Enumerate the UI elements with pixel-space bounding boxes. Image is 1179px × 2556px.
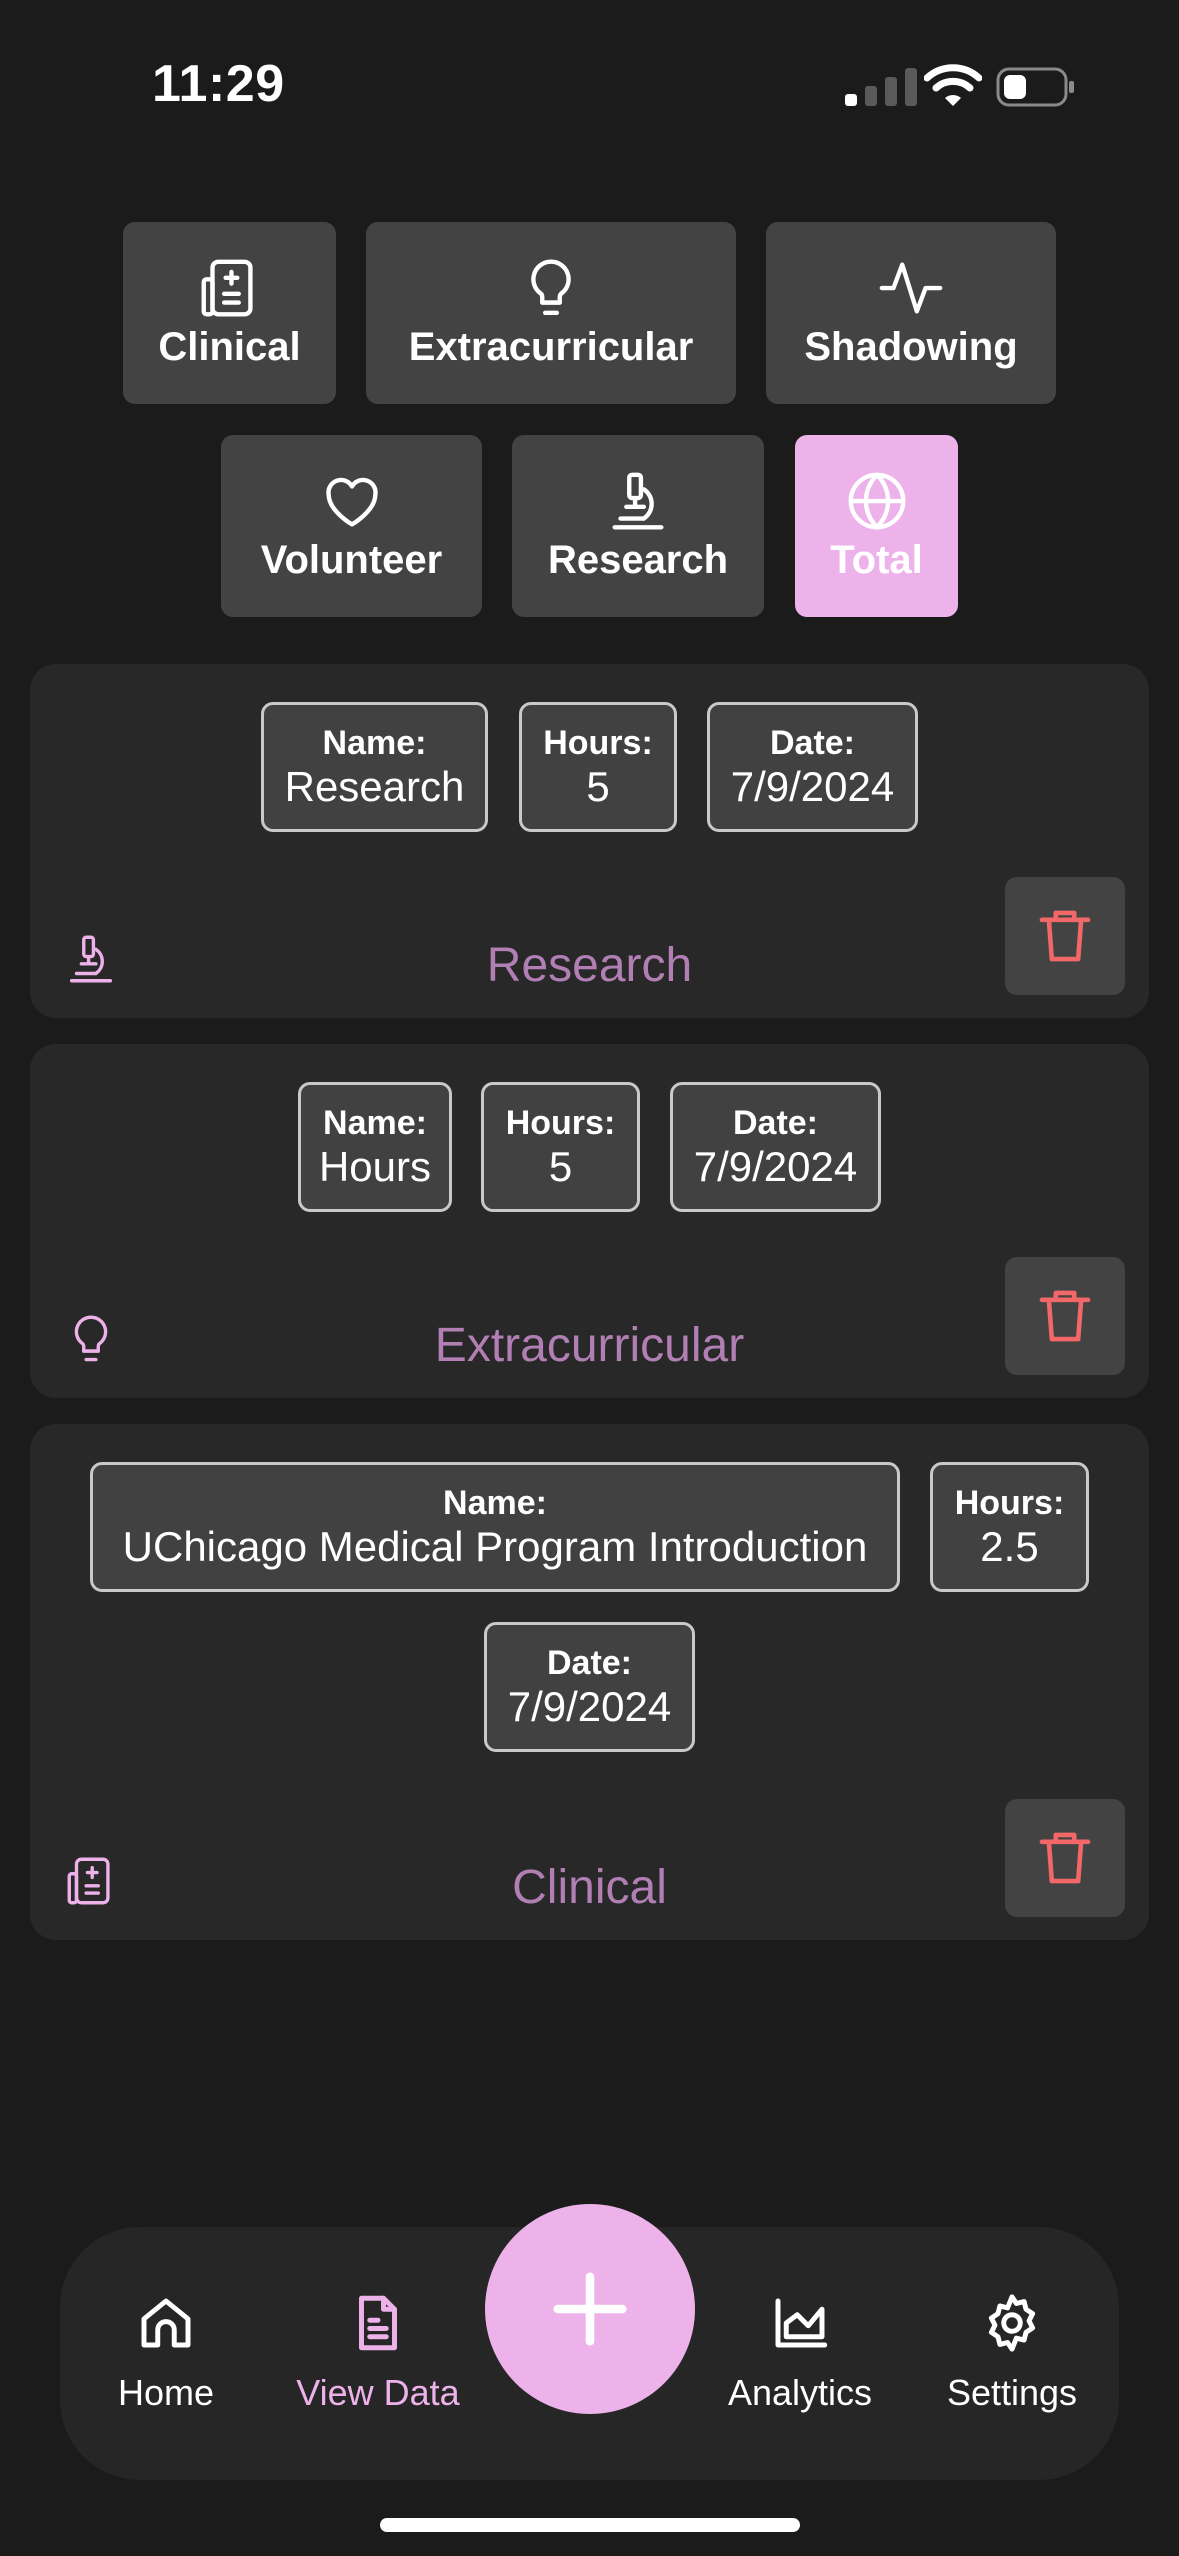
trash-icon [1039, 1290, 1091, 1342]
entry-name-value: Research [284, 763, 465, 810]
category-shadowing[interactable]: Shadowing [766, 222, 1056, 404]
category-research-label: Research [547, 537, 729, 582]
category-total[interactable]: Total [795, 435, 958, 617]
entry-date-value: 7/9/2024 [507, 1683, 672, 1730]
plus-icon [553, 2272, 627, 2346]
entry-date-value: 7/9/2024 [693, 1143, 858, 1190]
microscope-icon [612, 472, 664, 529]
gear-icon [988, 2294, 1036, 2352]
name-label: Name: [443, 1484, 547, 1522]
hours-label: Hours: [505, 1104, 616, 1142]
entry-name-field: Name: Research [261, 702, 488, 832]
globe-icon [848, 472, 905, 529]
entry-card: Name: Hours Hours: 5 Date: 7/9/2024 Extr… [30, 1044, 1149, 1398]
delete-button[interactable] [1005, 1257, 1125, 1375]
status-time: 11:29 [152, 55, 285, 113]
nav-settings[interactable]: Settings [912, 2290, 1112, 2414]
entry-hours-value: 5 [548, 1143, 573, 1190]
category-shadowing-label: Shadowing [804, 324, 1018, 369]
entry-date-field: Date: 7/9/2024 [707, 702, 918, 832]
hours-label: Hours: [543, 724, 653, 762]
nav-analytics[interactable]: Analytics [700, 2290, 900, 2414]
chart-icon [775, 2298, 828, 2348]
category-clinical-label: Clinical [158, 324, 301, 369]
nav-analytics-label: Analytics [727, 2372, 873, 2413]
nav-view-data[interactable]: View Data [278, 2290, 478, 2414]
nav-home-label: Home [117, 2372, 215, 2413]
wifi-icon [924, 64, 982, 106]
category-extracurricular[interactable]: Extracurricular [366, 222, 736, 404]
clinical-icon [201, 259, 253, 316]
add-entry-button[interactable] [485, 2204, 695, 2414]
entry-hours-value: 5 [586, 763, 610, 810]
entry-hours-field: Hours: 2.5 [930, 1462, 1089, 1592]
date-label: Date: [769, 724, 856, 762]
delete-button[interactable] [1005, 877, 1125, 995]
category-volunteer[interactable]: Volunteer [221, 435, 482, 617]
trash-icon [1039, 910, 1091, 962]
entry-name-value: UChicago Medical Program Introduction [122, 1523, 868, 1570]
category-extracurricular-label: Extracurricular [408, 324, 694, 369]
entry-name-value: Hours [318, 1143, 432, 1190]
trash-icon [1039, 1832, 1091, 1884]
entry-type-label: Extracurricular [434, 1319, 745, 1372]
delete-button[interactable] [1005, 1799, 1125, 1917]
entry-name-field: Name: UChicago Medical Program Introduct… [90, 1462, 900, 1592]
activity-pulse-icon [879, 261, 943, 314]
name-label: Name: [323, 1104, 427, 1142]
date-label: Date: [546, 1644, 633, 1682]
entry-hours-value: 2.5 [980, 1523, 1039, 1570]
date-label: Date: [732, 1104, 819, 1142]
document-icon [359, 2295, 397, 2351]
nav-view-data-label: View Data [296, 2372, 460, 2413]
category-volunteer-label: Volunteer [260, 537, 443, 582]
category-research[interactable]: Research [512, 435, 764, 617]
entry-date-value: 7/9/2024 [730, 763, 895, 810]
entry-date-field: Date: 7/9/2024 [484, 1622, 695, 1752]
entry-card: Name: UChicago Medical Program Introduct… [30, 1424, 1149, 1940]
heart-icon [325, 477, 378, 527]
hours-label: Hours: [954, 1484, 1065, 1522]
category-total-label: Total [830, 537, 923, 582]
home-indicator[interactable] [380, 2518, 800, 2532]
nav-settings-label: Settings [946, 2372, 1078, 2413]
nav-home[interactable]: Home [66, 2290, 266, 2414]
entry-date-field: Date: 7/9/2024 [670, 1082, 881, 1212]
name-label: Name: [322, 724, 427, 762]
cellular-signal-icon [845, 68, 917, 106]
entry-type-label: Research [486, 939, 693, 992]
home-icon [141, 2298, 191, 2348]
lightbulb-icon [531, 259, 571, 315]
entry-hours-field: Hours: 5 [481, 1082, 640, 1212]
category-clinical[interactable]: Clinical [123, 222, 336, 404]
entry-type-label: Clinical [512, 1861, 667, 1914]
entry-hours-field: Hours: 5 [519, 702, 677, 832]
entry-name-field: Name: Hours [298, 1082, 452, 1212]
entry-card: Name: Research Hours: 5 Date: 7/9/2024 R… [30, 664, 1149, 1018]
battery-icon [996, 67, 1074, 107]
